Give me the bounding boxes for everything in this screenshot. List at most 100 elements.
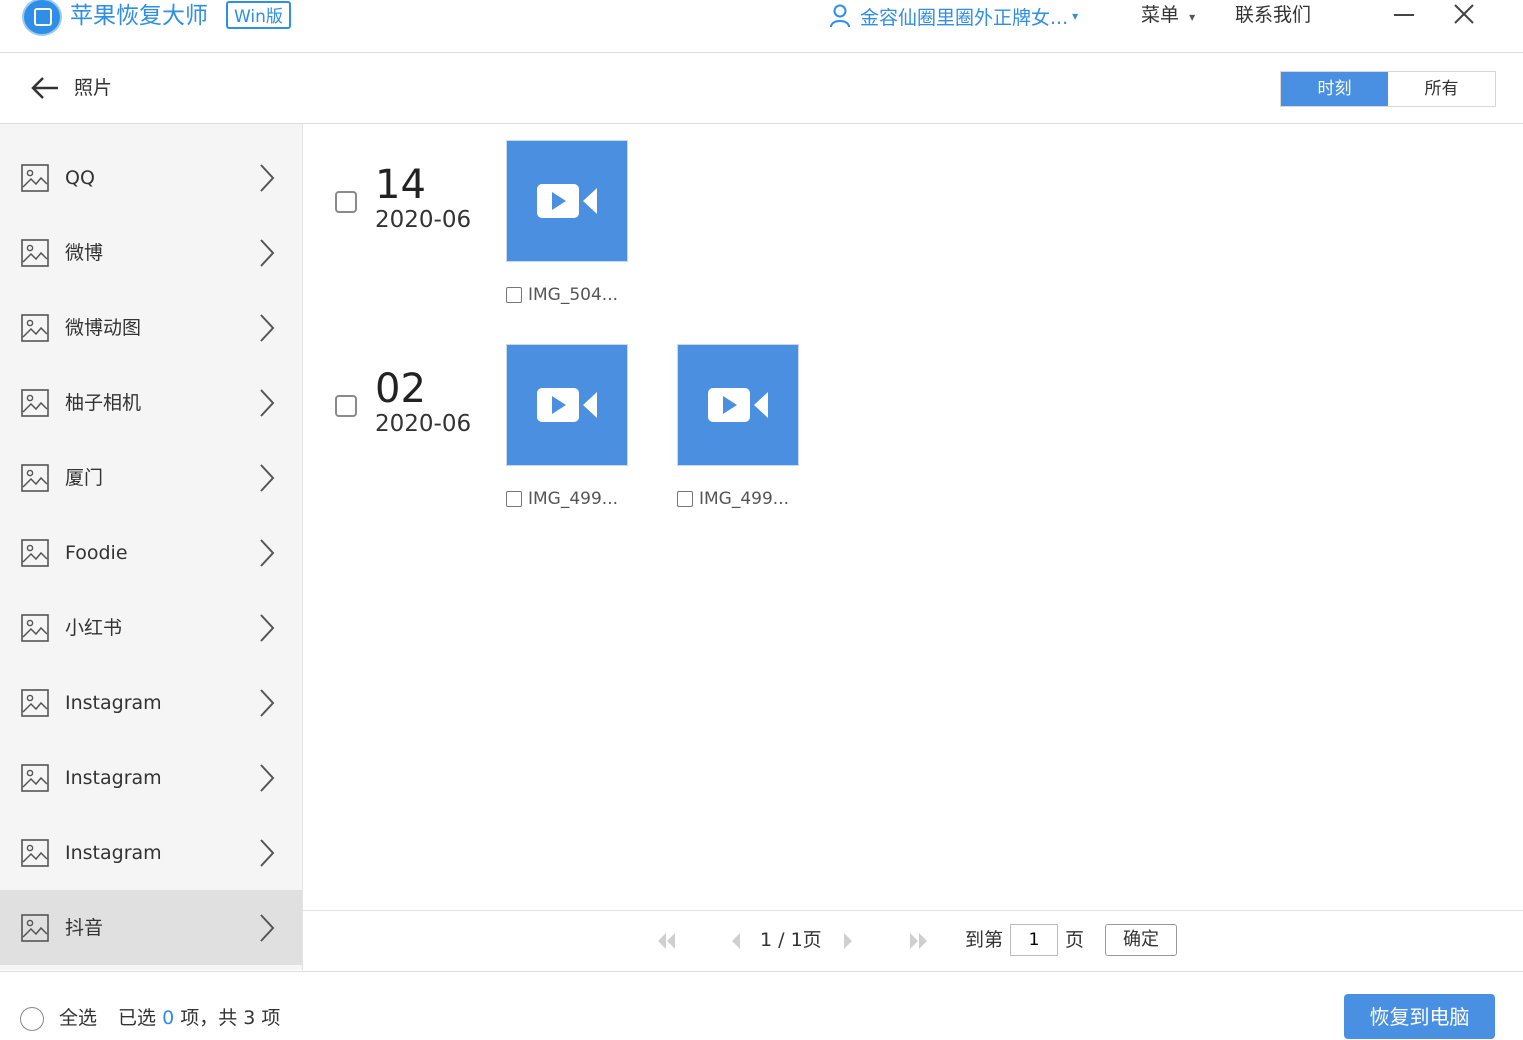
select-all-label[interactable]: 全选: [59, 1004, 97, 1032]
file-checkbox[interactable]: [506, 287, 522, 303]
title-bar: 苹果恢复大师 Win版 金容仙圈里圈外正牌女... ▾ 菜单 ▾ 联系我们: [0, 0, 1523, 53]
image-icon: [21, 314, 49, 342]
image-icon: [21, 464, 49, 492]
image-icon: [21, 839, 49, 867]
sidebar-album-item[interactable]: 微博动图: [0, 290, 302, 365]
sidebar-album-item[interactable]: 柚子相机: [0, 365, 302, 440]
group-month: 2020-06: [375, 411, 472, 437]
chevron-right-icon: [260, 689, 275, 717]
image-icon: [21, 239, 49, 267]
sidebar-album-label: 抖音: [65, 917, 104, 939]
sidebar-album-item[interactable]: Instagram: [0, 740, 302, 815]
file-item[interactable]: IMG_499...: [506, 489, 618, 509]
sidebar-album-item[interactable]: 抖音: [0, 890, 302, 965]
goto-suffix: 页: [1065, 929, 1085, 951]
selected-count: 0: [162, 1007, 175, 1029]
chevron-right-icon: [260, 239, 275, 267]
selected-middle: 项，共: [180, 1007, 238, 1029]
close-icon[interactable]: [1452, 2, 1476, 26]
chevron-right-icon: [260, 314, 275, 342]
menu-label: 菜单: [1141, 4, 1180, 26]
sidebar-album-item[interactable]: 厦门: [0, 440, 302, 515]
sub-header: 照片 时刻 所有: [0, 53, 1523, 124]
bottom-bar: 全选 已选 0 项，共 3 项 恢复到电脑: [0, 971, 1523, 1039]
sidebar-album-label: Instagram: [65, 767, 162, 789]
total-suffix: 项: [261, 1007, 281, 1029]
back-arrow-icon[interactable]: [30, 75, 60, 101]
tab-all[interactable]: 所有: [1388, 72, 1495, 106]
chevron-right-icon: [260, 839, 275, 867]
user-icon: [830, 4, 850, 28]
group-checkbox[interactable]: [335, 395, 357, 417]
last-page-icon[interactable]: [908, 931, 930, 951]
contact-us-link[interactable]: 联系我们: [1235, 0, 1311, 30]
file-checkbox[interactable]: [506, 491, 522, 507]
file-name: IMG_499...: [528, 489, 619, 509]
chevron-right-icon: [260, 914, 275, 942]
first-page-icon[interactable]: [655, 931, 677, 951]
view-toggle: 时刻 所有: [1280, 71, 1496, 107]
total-count: 3: [243, 1007, 256, 1029]
file-name: IMG_504...: [528, 285, 619, 305]
next-page-icon[interactable]: [843, 931, 855, 951]
sidebar-album-item[interactable]: Instagram: [0, 815, 302, 890]
app-logo-icon: [24, 0, 60, 34]
pagination-bar: 1 / 1页 到第 页 确定: [303, 910, 1523, 971]
tab-moments[interactable]: 时刻: [1281, 72, 1388, 106]
image-icon: [21, 539, 49, 567]
sidebar-album-label: Instagram: [65, 692, 162, 714]
group-checkbox[interactable]: [335, 191, 357, 213]
image-icon: [21, 689, 49, 717]
sidebar-album-item[interactable]: 微博: [0, 215, 302, 290]
user-caret-icon: ▾: [1072, 9, 1079, 23]
user-name: 金容仙圈里圈外正牌女...: [860, 6, 1069, 29]
user-account-menu[interactable]: 金容仙圈里圈外正牌女... ▾: [830, 0, 1078, 32]
selected-prefix: 已选: [118, 1007, 157, 1029]
chevron-right-icon: [260, 464, 275, 492]
app-title: 苹果恢复大师: [70, 3, 208, 29]
sidebar-album-label: 小红书: [65, 617, 123, 639]
sidebar-album-label: 厦门: [65, 467, 104, 489]
sidebar-album-label: Foodie: [65, 542, 128, 564]
sidebar-album-label: 微博: [65, 242, 104, 264]
confirm-goto-button[interactable]: 确定: [1105, 924, 1177, 956]
goto-page-input[interactable]: [1010, 924, 1058, 956]
prev-page-icon[interactable]: [729, 931, 741, 951]
chevron-right-icon: [260, 764, 275, 792]
sidebar-album-label: QQ: [65, 167, 95, 189]
goto-prefix: 到第: [965, 929, 1004, 951]
file-item[interactable]: IMG_504...: [506, 285, 618, 305]
sidebar-album-item[interactable]: QQ: [0, 140, 302, 215]
chevron-right-icon: [260, 164, 275, 192]
file-item[interactable]: IMG_499...: [677, 489, 789, 509]
image-icon: [21, 614, 49, 642]
video-camera-icon: [708, 388, 768, 422]
recover-to-pc-button[interactable]: 恢复到电脑: [1344, 994, 1495, 1039]
minimize-icon[interactable]: [1394, 14, 1414, 16]
select-all-radio[interactable]: [20, 1007, 44, 1031]
sidebar-album-item[interactable]: Foodie: [0, 515, 302, 590]
sidebar-album-item[interactable]: 小红书: [0, 590, 302, 665]
image-icon: [21, 389, 49, 417]
sidebar-album-item[interactable]: Instagram: [0, 665, 302, 740]
video-thumbnail[interactable]: [506, 140, 628, 262]
page-title: 照片: [74, 77, 113, 99]
video-thumbnail[interactable]: [677, 344, 799, 466]
chevron-right-icon: [260, 389, 275, 417]
menu-caret-icon: ▾: [1189, 10, 1196, 24]
edition-badge: Win版: [226, 1, 291, 29]
sidebar-album-label: 微博动图: [65, 317, 142, 339]
chevron-right-icon: [260, 539, 275, 567]
image-icon: [21, 764, 49, 792]
menu-button[interactable]: 菜单 ▾: [1141, 0, 1195, 32]
page-info: 1 / 1页: [760, 929, 822, 951]
selection-summary: 已选 0 项，共 3 项: [118, 1004, 280, 1032]
chevron-right-icon: [260, 614, 275, 642]
group-day: 02: [375, 366, 426, 412]
video-camera-icon: [537, 184, 597, 218]
sidebar-album-label: Instagram: [65, 842, 162, 864]
video-camera-icon: [537, 388, 597, 422]
video-thumbnail[interactable]: [506, 344, 628, 466]
file-name: IMG_499...: [699, 489, 790, 509]
file-checkbox[interactable]: [677, 491, 693, 507]
